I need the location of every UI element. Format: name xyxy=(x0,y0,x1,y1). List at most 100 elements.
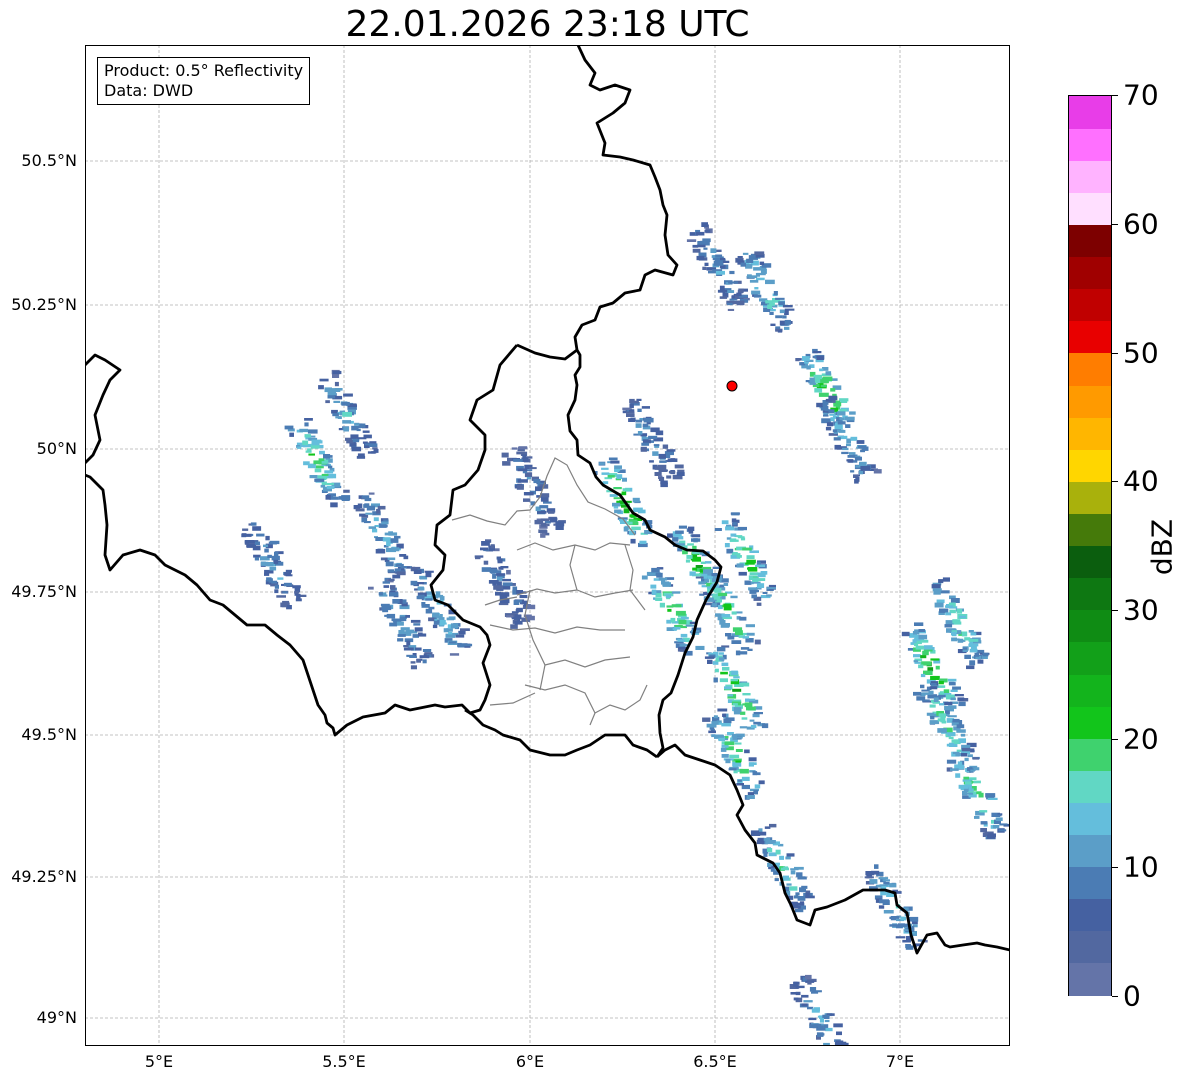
echo-pixel xyxy=(753,790,758,795)
echo-pixel xyxy=(725,758,731,764)
echo-pixel xyxy=(742,636,750,639)
echo-pixel xyxy=(675,610,686,616)
echo-pixel xyxy=(695,645,705,650)
echo-pixel xyxy=(816,1027,826,1031)
echo-pixel xyxy=(795,358,800,362)
echo-pixel xyxy=(428,606,435,610)
echo-pixel xyxy=(688,530,694,534)
echo-pixel xyxy=(713,715,718,719)
echo-pixel xyxy=(277,577,284,580)
echo-pixel xyxy=(303,461,310,466)
echo-pixel xyxy=(409,631,418,634)
echo-pixel xyxy=(366,505,376,511)
echo-pixel xyxy=(730,595,738,599)
echo-pixel xyxy=(667,608,672,612)
echo-pixel xyxy=(675,530,684,534)
lon-label-6-5: 6.5°E xyxy=(693,1052,737,1071)
echo-pixel xyxy=(721,754,729,758)
echo-pixel xyxy=(332,413,339,417)
echo-pixel xyxy=(757,837,765,841)
echo-pixel xyxy=(747,274,752,278)
lon-label-7: 7°E xyxy=(885,1052,915,1071)
echo-pixel xyxy=(744,749,750,754)
echo-pixel xyxy=(650,584,657,589)
echo-pixel xyxy=(901,631,910,637)
echo-pixel xyxy=(687,526,695,531)
echo-pixel xyxy=(708,730,716,734)
echo-pixel xyxy=(748,757,757,762)
echo-pixel xyxy=(742,693,751,696)
colorbar-segment xyxy=(1069,192,1111,226)
echo-pixel xyxy=(940,717,946,723)
echo-pixel xyxy=(667,458,678,462)
echo-pixel xyxy=(979,810,988,813)
echo-pixel xyxy=(274,551,279,557)
echo-pixel xyxy=(756,277,765,281)
echo-pixel xyxy=(961,753,968,757)
echo-pixel xyxy=(677,639,686,642)
echo-pixel xyxy=(271,555,280,561)
echo-pixel xyxy=(724,543,730,548)
echo-pixel xyxy=(700,561,706,564)
echo-pixel xyxy=(622,477,627,482)
echo-pixel xyxy=(703,569,712,574)
echo-pixel xyxy=(754,639,761,645)
echo-pixel xyxy=(671,604,682,608)
echo-pixel xyxy=(695,576,704,579)
echo-pixel xyxy=(398,630,405,635)
echo-pixel xyxy=(836,411,846,416)
echo-pixel xyxy=(779,309,785,314)
echo-pixel xyxy=(938,681,944,685)
echo-pixel xyxy=(856,440,865,444)
echo-pixel xyxy=(686,239,697,242)
echo-pixel xyxy=(847,459,854,463)
echo-pixel xyxy=(390,538,397,541)
echo-pixel xyxy=(382,537,391,542)
echo-pixel xyxy=(696,244,706,248)
echo-pixel xyxy=(952,686,961,690)
echo-pixel xyxy=(732,703,738,706)
echo-pixel xyxy=(809,377,815,383)
echo-pixel xyxy=(533,478,541,484)
echo-pixel xyxy=(837,429,844,433)
echo-pixel xyxy=(814,388,823,393)
colorbar-segment xyxy=(1069,256,1111,290)
lat-label-50-5: 50.5°N xyxy=(21,151,77,170)
echo-pixel xyxy=(878,905,885,909)
echo-pixel xyxy=(746,258,754,263)
echo-pixel xyxy=(715,254,723,258)
echo-pixel xyxy=(846,416,855,421)
echo-pixel xyxy=(481,541,490,546)
echo-pixel xyxy=(946,743,953,747)
echo-pixel xyxy=(721,662,729,666)
echo-pixel xyxy=(307,429,318,434)
echo-pixel xyxy=(833,1023,843,1028)
echo-pixel xyxy=(913,691,922,696)
colorbar-tick xyxy=(1112,95,1118,96)
echo-pixel xyxy=(922,650,929,656)
echo-pixel xyxy=(676,472,685,476)
echo-pixel xyxy=(726,548,734,554)
echo-pixel xyxy=(308,453,315,456)
echo-pixel xyxy=(630,417,636,422)
echo-pixel xyxy=(406,640,411,646)
echo-pixel xyxy=(731,640,742,644)
echo-pixel xyxy=(720,708,727,712)
echo-pixel xyxy=(963,779,971,782)
echo-pixel xyxy=(691,534,701,538)
echo-pixel xyxy=(614,469,620,473)
echo-pixel xyxy=(878,877,889,880)
echo-pixel xyxy=(678,619,687,625)
echo-pixel xyxy=(847,455,856,458)
echo-pixel xyxy=(416,658,421,663)
echo-pixel xyxy=(782,315,787,319)
echo-pixel xyxy=(918,629,926,632)
echo-pixel xyxy=(779,855,784,860)
echo-pixel xyxy=(706,723,717,728)
echo-pixel xyxy=(702,717,711,722)
product-label: Product: 0.5° Reflectivity xyxy=(104,61,304,80)
echo-pixel xyxy=(636,398,642,401)
echo-pixel xyxy=(687,543,694,546)
echo-pixel xyxy=(463,643,473,647)
echo-pixel xyxy=(790,870,796,875)
